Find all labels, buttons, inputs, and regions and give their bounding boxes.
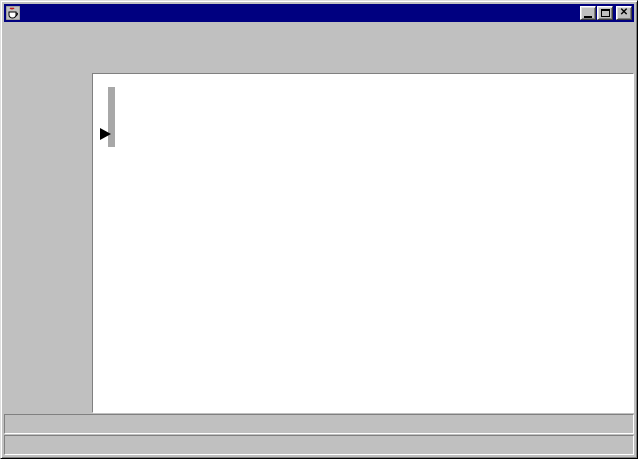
- maximize-button[interactable]: [597, 6, 613, 20]
- app-icon[interactable]: [6, 6, 20, 20]
- minimize-icon: [584, 16, 592, 18]
- stats-status-bar: [4, 414, 634, 434]
- toolbar: [4, 41, 634, 73]
- maximize-icon: [601, 9, 610, 17]
- close-button[interactable]: ✕: [616, 6, 632, 20]
- view-sidebar: [4, 73, 92, 413]
- trace-panel-area: [92, 73, 634, 413]
- threshold-slider-handle[interactable]: [100, 128, 111, 140]
- ready-status-bar: [4, 435, 634, 455]
- close-icon: ✕: [620, 8, 628, 18]
- menu-bar: [4, 22, 634, 41]
- app-window: ✕: [0, 0, 638, 459]
- main-body: [4, 73, 634, 413]
- title-bar: ✕: [4, 4, 634, 22]
- minimize-button[interactable]: [580, 6, 596, 20]
